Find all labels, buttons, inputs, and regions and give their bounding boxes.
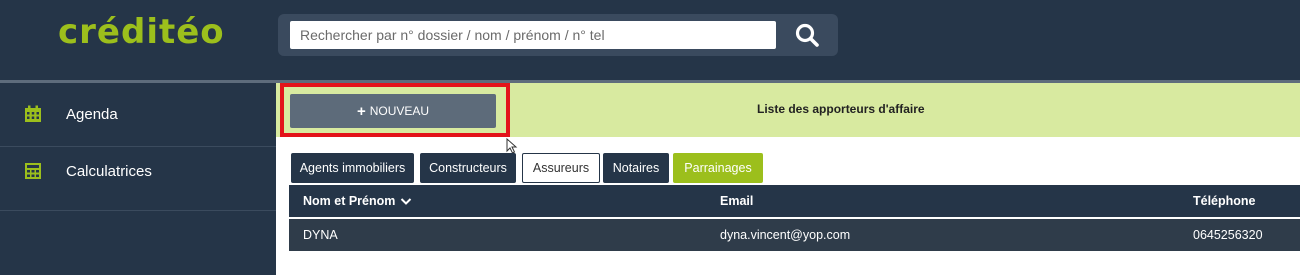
table-row[interactable]: DYNA dyna.vincent@yop.com 0645256320 xyxy=(289,219,1300,251)
plus-icon: + xyxy=(356,102,366,120)
tab-agents-immobiliers[interactable]: Agents immobiliers xyxy=(291,153,414,183)
cell-telephone: 0645256320 xyxy=(1193,228,1263,242)
tab-notaires[interactable]: Notaires xyxy=(603,153,669,183)
tab-parrainages[interactable]: Parrainages xyxy=(673,153,763,183)
search-container xyxy=(278,14,838,56)
search-input[interactable] xyxy=(290,21,776,49)
page-title: Liste des apporteurs d'affaire xyxy=(757,102,925,116)
sidebar-item-label: Agenda xyxy=(66,105,118,123)
sidebar-item-calculatrices[interactable]: Calculatrices xyxy=(0,140,276,202)
column-header-email[interactable]: Email xyxy=(720,185,753,217)
calculator-icon xyxy=(25,163,41,179)
new-button-label: NOUVEAU xyxy=(369,104,430,118)
sidebar-divider xyxy=(0,210,276,211)
cell-email: dyna.vincent@yop.com xyxy=(720,228,851,242)
sidebar: Agenda Calculatrices xyxy=(0,83,276,275)
tab-constructeurs[interactable]: Constructeurs xyxy=(420,153,516,183)
app-logo[interactable]: créditéo xyxy=(58,12,225,52)
column-header-telephone[interactable]: Téléphone xyxy=(1193,185,1256,217)
search-icon xyxy=(795,23,819,47)
cell-name: DYNA xyxy=(303,228,338,242)
new-button[interactable]: + NOUVEAU xyxy=(290,94,496,128)
sidebar-item-agenda[interactable]: Agenda xyxy=(0,83,276,145)
mouse-cursor-icon xyxy=(506,138,518,154)
sidebar-item-label: Calculatrices xyxy=(66,162,152,180)
column-header-name[interactable]: Nom et Prénom xyxy=(303,185,412,217)
table-header: Nom et Prénom Email Téléphone xyxy=(289,185,1300,217)
chevron-down-icon xyxy=(401,198,412,205)
tab-assureurs[interactable]: Assureurs xyxy=(522,153,600,183)
calendar-icon xyxy=(25,105,41,122)
search-button[interactable] xyxy=(782,14,832,56)
